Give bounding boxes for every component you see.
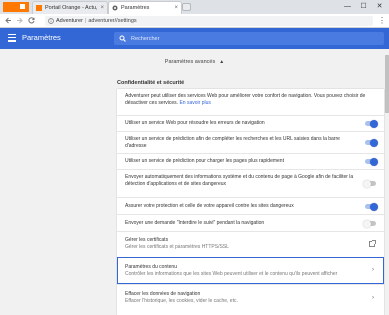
send-system-info-toggle[interactable]: [363, 179, 376, 188]
page-title: Paramètres: [22, 33, 61, 42]
do-not-track-toggle[interactable]: [363, 219, 376, 228]
orange-favicon-icon: [36, 5, 42, 11]
search-prediction-toggle[interactable]: [365, 138, 378, 147]
setting-row[interactable]: Envoyer automatiquement des informations…: [117, 169, 384, 197]
row-subtitle: Contrôler les informations que les sites…: [125, 270, 338, 277]
section-title: Confidentialité et sécurité: [117, 80, 185, 86]
gear-icon: [112, 5, 118, 11]
tab-title: Portail Orange - Actu, Sp...: [45, 5, 98, 11]
back-button[interactable]: [3, 15, 13, 26]
site-label: Adventurer: [56, 18, 83, 24]
arrow-left-icon: [4, 17, 11, 24]
browser-toolbar: Adventurer | adventurer//settings ⋮: [0, 14, 389, 28]
close-tab-icon[interactable]: ×: [100, 5, 104, 11]
maximize-button[interactable]: ☐: [356, 0, 371, 12]
chevron-right-icon: ›: [372, 267, 374, 273]
learn-more-link[interactable]: En savoir plus: [179, 100, 210, 106]
new-tab-button[interactable]: [182, 3, 191, 11]
hamburger-menu-icon[interactable]: [8, 34, 16, 42]
close-tab-icon[interactable]: ×: [174, 5, 178, 11]
setting-label: Utiliser un service Web pour résoudre le…: [125, 120, 265, 126]
setting-label: Utiliser un service de prédiction pour c…: [125, 158, 284, 164]
safe-browsing-toggle[interactable]: [365, 202, 378, 211]
setting-row[interactable]: Utiliser un service Web pour résoudre le…: [117, 115, 384, 131]
intro-text: Adventurer peut utiliser des services We…: [125, 93, 366, 106]
setting-row[interactable]: Assurer votre protection et celle de vot…: [117, 197, 384, 214]
chevron-right-icon: ›: [372, 295, 374, 301]
reload-icon: [27, 17, 34, 24]
close-window-button[interactable]: ✕: [372, 0, 387, 12]
orange-logo-icon[interactable]: [3, 2, 29, 12]
external-link-icon: [369, 240, 376, 247]
navigation-errors-toggle[interactable]: [365, 119, 378, 128]
address-bar[interactable]: Adventurer | adventurer//settings: [45, 16, 373, 26]
search-placeholder: Rechercher: [131, 35, 160, 42]
tab-portail-orange[interactable]: Portail Orange - Actu, Sp... ×: [32, 1, 108, 14]
setting-label: Envoyer une demande "Interdire le suivi"…: [125, 220, 265, 226]
tab-strip: Portail Orange - Actu, Sp... × Paramètre…: [0, 0, 389, 14]
forward-button[interactable]: [14, 15, 24, 26]
intro-row: Adventurer peut utiliser des services We…: [117, 89, 384, 115]
manage-certificates-row[interactable]: Gérer les certificats Gérer les certific…: [117, 231, 384, 257]
settings-header: Paramètres Rechercher: [0, 28, 389, 49]
row-subtitle: Effacer l'historique, les cookies, vider…: [125, 297, 238, 304]
setting-label: Envoyer automatiquement des informations…: [125, 174, 354, 187]
tab-parametres[interactable]: Paramètres ×: [108, 1, 182, 14]
page-scrollbar[interactable]: [385, 55, 389, 113]
minimize-button[interactable]: —: [340, 0, 355, 12]
tab-title: Paramètres: [121, 5, 150, 11]
url-separator: |: [84, 18, 87, 24]
setting-label: Utiliser un service de prédiction afin d…: [125, 136, 340, 149]
reload-button[interactable]: [26, 15, 36, 26]
page-preload-toggle[interactable]: [365, 157, 378, 166]
caret-up-icon: ▲: [219, 59, 225, 65]
settings-search-input[interactable]: Rechercher: [114, 32, 384, 45]
setting-row[interactable]: Utiliser un service de prédiction pour c…: [117, 153, 384, 169]
advanced-settings-toggle[interactable]: Paramètres avancés ▲: [0, 59, 389, 65]
privacy-security-card: Adventurer peut utiliser des services We…: [117, 89, 384, 315]
clear-browsing-data-row[interactable]: Effacer les données de navigation Efface…: [117, 284, 384, 315]
search-icon: [119, 35, 126, 42]
setting-label: Assurer votre protection et celle de vot…: [125, 203, 294, 209]
setting-row[interactable]: Utiliser un service de prédiction afin d…: [117, 131, 384, 153]
advanced-settings-label: Paramètres avancés: [164, 59, 216, 65]
setting-row[interactable]: Envoyer une demande "Interdire le suivi"…: [117, 214, 384, 231]
arrow-right-icon: [16, 17, 23, 24]
row-subtitle: Gérer les certificats et paramètres HTTP…: [125, 243, 229, 250]
browser-menu-icon[interactable]: ⋮: [378, 16, 386, 25]
content-settings-row[interactable]: Paramètres du contenu Contrôler les info…: [117, 257, 384, 284]
info-icon: [48, 18, 54, 24]
url-text: adventurer//settings: [88, 18, 137, 24]
